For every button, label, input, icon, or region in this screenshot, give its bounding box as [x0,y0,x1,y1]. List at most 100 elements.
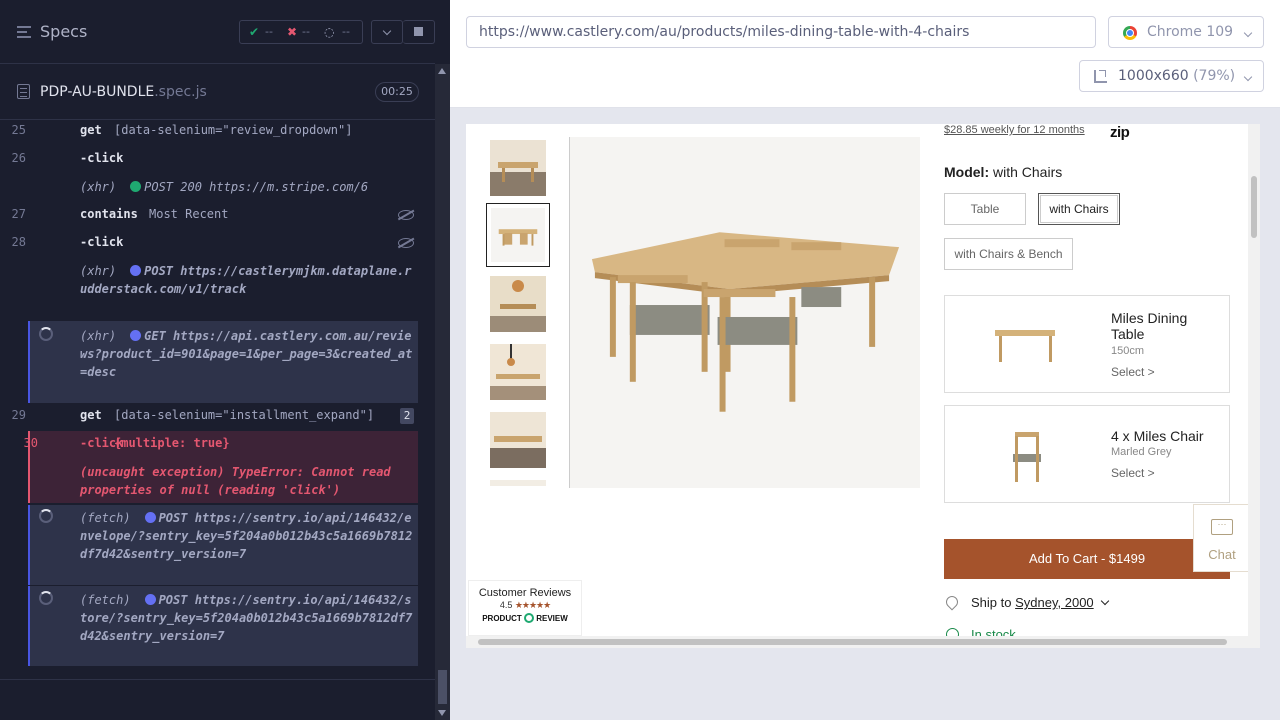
error-message[interactable]: (uncaught exception) TypeError: Cannot r… [80,463,414,499]
command-log-scrollbar[interactable] [435,64,450,720]
run-timer: 00:25 [375,82,419,102]
line-number: 30 [23,436,38,450]
reviews-title: Customer Reviews [478,587,572,599]
command-log-panel: Specs ✔ -- ✖ -- ◌ -- PDP-AU-BUNDLE.spec.… [0,0,450,720]
aut-vertical-scrollbar[interactable] [1248,124,1260,636]
scroll-down-icon[interactable] [438,710,446,716]
item-subtitle: 150cm [1111,345,1145,357]
option-with-chairs-bench[interactable]: with Chairs & Bench [944,238,1073,270]
xhr-entry: (xhr) POST https://castlerymjkm.dataplane… [80,262,414,298]
xhr-row[interactable]: (xhr) POST https://castlerymjkm.dataplane… [30,260,418,320]
add-to-cart-button[interactable]: Add To Cart - $1499 [944,539,1230,579]
menu-icon[interactable] [17,26,31,38]
chevron-down-icon [1100,596,1109,606]
chevron-down-icon [382,26,392,36]
scroll-thumb[interactable] [438,670,447,704]
status-dot-icon [130,330,142,341]
thumbnail[interactable] [490,140,546,196]
chevron-down-icon [1243,28,1253,38]
command-row[interactable]: 26 -click [12,148,418,172]
item-subtitle: Marled Grey [1111,446,1172,458]
xhr-row-pending[interactable]: (xhr) GET https://api.castlery.com.au/rev… [28,321,418,403]
file-icon [17,84,30,99]
command-row[interactable]: 27 contains Most Recent [12,204,418,226]
item-title: 4 x Miles Chair [1111,428,1204,444]
line-number: 28 [11,235,26,249]
option-with-chairs[interactable]: with Chairs [1038,193,1120,225]
spinner-icon [39,591,53,605]
command-row[interactable]: 29 get [data-selenium="installment_expan… [12,404,418,428]
xhr-method: POST 200 https://m.stripe.com/6 [144,180,369,194]
xhr-row[interactable]: (xhr) POST 200 https://m.stripe.com/6 [30,176,418,200]
scroll-thumb[interactable] [478,639,1227,645]
xhr-entry: (xhr) GET https://api.castlery.com.au/rev… [80,327,414,381]
app-under-test: $28.85 weekly for 12 months zip Model: w… [466,124,1260,648]
option-table[interactable]: Table [944,193,1026,225]
ship-prefix: Ship to [971,595,1012,610]
xhr-entry: (fetch) POST https://sentry.io/api/146432… [80,591,414,645]
aut-horizontal-scrollbar[interactable] [466,636,1260,648]
dining-set-illustration [570,137,920,488]
scroll-thumb[interactable] [1251,176,1257,238]
model-selector-label: Model: with Chairs [944,164,1062,180]
chrome-icon [1123,26,1137,40]
toggle-dropdown-button[interactable] [371,20,403,44]
chat-button[interactable]: ··· Chat [1193,504,1249,572]
test-stats: ✔ -- ✖ -- ◌ -- [239,20,363,44]
stop-button[interactable] [403,20,435,44]
xhr-type: (fetch) [80,511,131,525]
thumbnail[interactable] [490,344,546,400]
star-rating-icon: ★★★★★ [514,600,551,610]
status-dot-icon [130,265,142,276]
scroll-up-icon[interactable] [438,68,446,74]
thumbnail-selected[interactable] [486,203,550,267]
command-name: get [80,408,102,422]
spec-file-name[interactable]: PDP-AU-BUNDLE.spec.js [40,84,207,100]
line-number: 25 [11,123,26,137]
item-select-link[interactable]: Select > [1111,365,1155,379]
command-name: -click [80,235,124,249]
product-review-logo: PRODUCT REVIEW [469,613,581,623]
command-row[interactable]: 25 get [data-selenium="review_dropdown"] [12,120,418,142]
command-message: [data-selenium="review_dropdown"] [114,123,353,137]
product-image[interactable] [569,137,920,488]
command-row[interactable]: 28 -click [12,232,418,254]
specs-title[interactable]: Specs [40,22,87,41]
xhr-row-pending[interactable]: (fetch) POST https://sentry.io/api/146432… [28,505,418,585]
zip-installment-link[interactable]: $28.85 weekly for 12 months [944,124,1085,136]
line-number: 26 [11,151,26,165]
xhr-type: (xhr) [80,180,117,194]
customer-reviews-widget[interactable]: Customer Reviews 4.5 ★★★★★ PRODUCT REVIE… [468,580,582,636]
zip-logo: zip [1110,124,1130,141]
item-title: Miles Dining Table [1111,310,1188,342]
thumbnail[interactable] [490,480,546,486]
xhr-method: POST [144,264,174,278]
xhr-entry: (xhr) POST 200 https://m.stripe.com/6 [80,178,414,196]
bundle-item-table[interactable]: Miles Dining Table 150cm Select > [944,295,1230,393]
spec-file-base: PDP-AU-BUNDLE [40,84,155,100]
chat-label: Chat [1208,547,1236,562]
thumbnail[interactable] [490,412,546,468]
command-row-error[interactable]: 30 -click {multiple: true} (uncaught exc… [24,431,418,503]
viewport-size-button[interactable]: 1000x660 (79%) [1079,60,1264,92]
eye-slash-icon[interactable] [398,238,414,248]
chat-bubble-icon: ··· [1211,519,1233,535]
bundle-item-chair[interactable]: 4 x Miles Chair Marled Grey Select > [944,405,1230,503]
item-select-link[interactable]: Select > [1111,466,1155,480]
command-log-footer [0,679,435,720]
xhr-method: POST [158,511,188,525]
xhr-type: (xhr) [80,329,117,343]
thumbnail[interactable] [490,276,546,332]
status-dot-icon [144,594,156,605]
stop-icon [414,27,423,36]
browser-selector[interactable]: Chrome 109 [1108,16,1264,48]
xhr-type: (xhr) [80,264,117,278]
url-bar[interactable]: https://www.castlery.com/au/products/mil… [466,16,1096,48]
ship-to-selector[interactable]: Ship to Sydney, 2000 [943,593,1109,611]
eye-slash-icon[interactable] [398,210,414,220]
passed-count: -- [265,25,273,38]
viewport-scale: (79%) [1193,68,1236,84]
xhr-row-pending[interactable]: (fetch) POST https://sentry.io/api/146432… [28,586,418,666]
ship-location[interactable]: Sydney, 2000 [1015,595,1094,610]
xhr-type: (fetch) [80,593,131,607]
